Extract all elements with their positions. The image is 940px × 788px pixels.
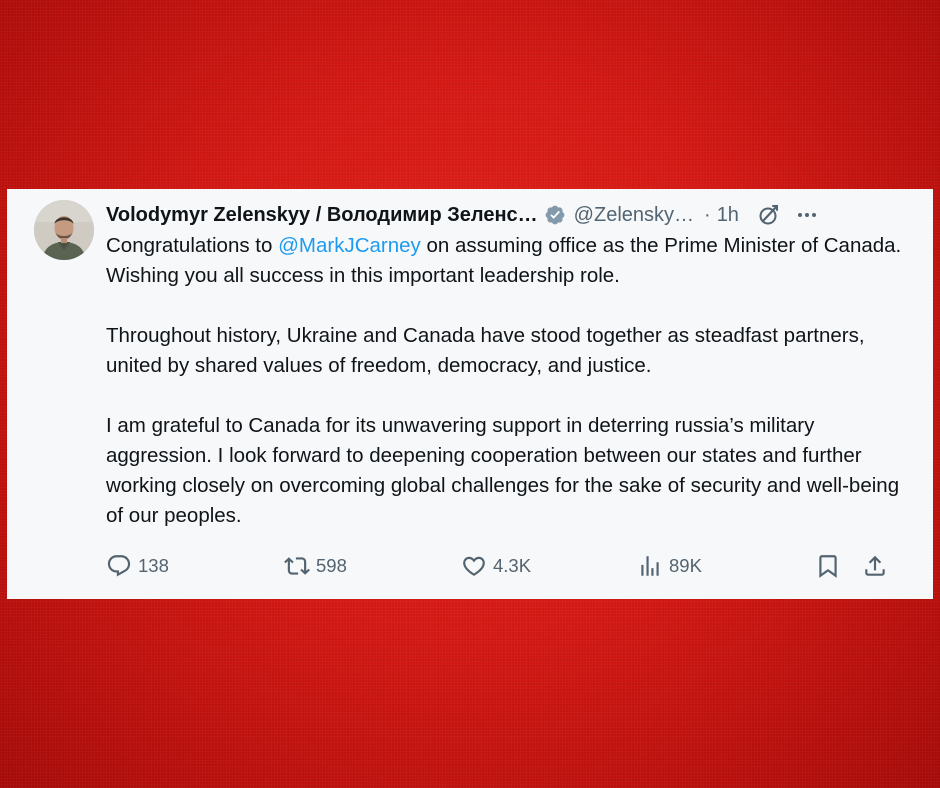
tweet-time[interactable]: 1h (717, 204, 739, 227)
verified-badge-icon (545, 205, 565, 225)
like-count: 4.3K (493, 555, 532, 576)
reply-icon (107, 555, 131, 577)
tweet-card[interactable]: Volodymyr Zelenskyy / Володимир Зеленс… … (7, 189, 933, 599)
repost-count: 598 (316, 555, 347, 576)
share-icon (865, 555, 885, 576)
author-handle[interactable]: @Zelensky… (574, 204, 694, 227)
views-count: 89K (669, 555, 702, 576)
reply-button[interactable]: 138 (106, 553, 169, 579)
tweet-paragraph-2: Throughout history, Ukraine and Canada h… (106, 324, 865, 377)
avatar-image (34, 200, 94, 260)
paragraph-1-start: Congratulations to (106, 234, 279, 257)
avatar[interactable] (34, 200, 94, 260)
tweet-paragraph-3: I am grateful to Canada for its unwaveri… (106, 414, 900, 527)
bookmark-button[interactable] (815, 553, 841, 579)
grok-icon[interactable] (757, 203, 781, 227)
action-bar: 138 598 4.3K 89K (106, 553, 896, 581)
reply-count: 138 (138, 555, 169, 576)
views-button[interactable]: 89K (637, 553, 702, 579)
separator-dot: · (704, 203, 711, 226)
repost-icon (284, 557, 310, 575)
more-icon[interactable] (795, 203, 819, 227)
author-name[interactable]: Volodymyr Zelenskyy / Володимир Зеленс… (106, 204, 538, 227)
heart-icon (463, 556, 485, 576)
bookmark-icon (819, 555, 837, 578)
tweet-header: Volodymyr Zelenskyy / Володимир Зеленс… … (106, 201, 906, 229)
tweet-text: Congratulations to @MarkJCarney on assum… (106, 231, 906, 561)
mention-link[interactable]: @MarkJCarney (278, 234, 421, 257)
tweet-paragraph-1: Congratulations to @MarkJCarney on assum… (106, 231, 906, 291)
repost-button[interactable]: 598 (284, 553, 347, 579)
share-button[interactable] (862, 553, 888, 579)
views-icon (641, 556, 659, 576)
like-button[interactable]: 4.3K (461, 553, 531, 579)
